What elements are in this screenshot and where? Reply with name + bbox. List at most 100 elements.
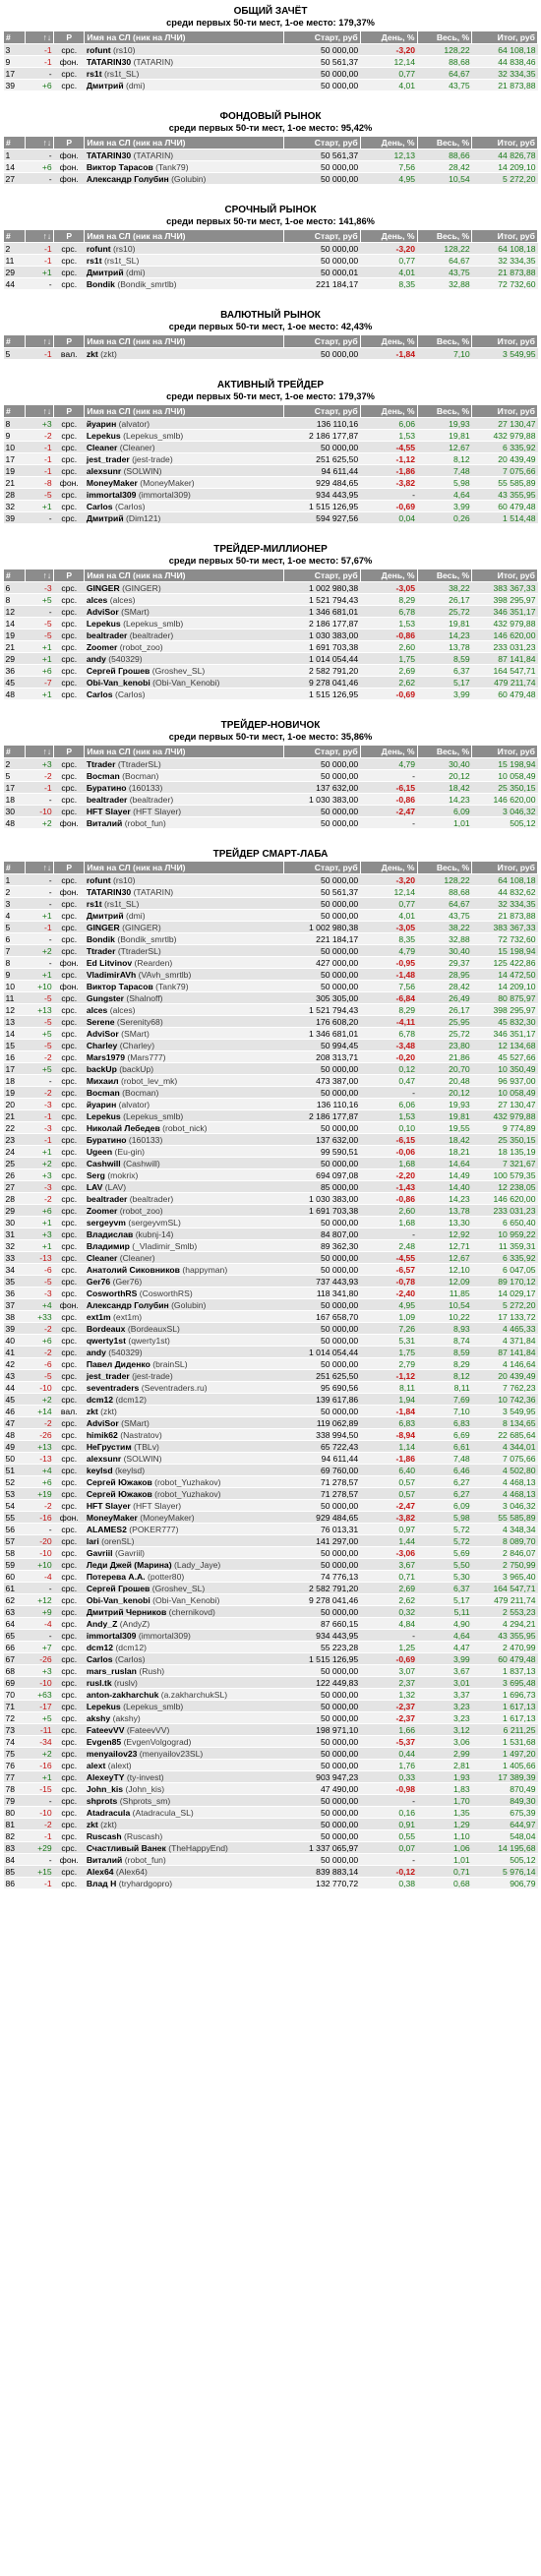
participant-name[interactable]: alexsunr	[87, 466, 121, 476]
participant-name[interactable]: zkt	[87, 349, 98, 359]
participant-name[interactable]: rusl.tk	[87, 1678, 112, 1688]
participant-name[interactable]: Andy_Z	[87, 1619, 118, 1629]
participant-name[interactable]: Михаил	[87, 1076, 119, 1086]
participant-name[interactable]: Павел Диденко	[87, 1359, 150, 1369]
participant-name[interactable]: Дмитрий Черников	[87, 1607, 166, 1617]
participant-name[interactable]: Леди Джей (Марина)	[87, 1560, 172, 1570]
participant-name[interactable]: Влад Н	[87, 1879, 117, 1888]
participant-name[interactable]: alces	[87, 1005, 108, 1015]
participant-name[interactable]: Ruscash	[87, 1831, 122, 1841]
participant-name[interactable]: keylsd	[87, 1466, 113, 1475]
participant-name[interactable]: jest_trader	[87, 1371, 130, 1381]
participant-name[interactable]: Cleaner	[87, 443, 118, 452]
participant-name[interactable]: Carlos	[87, 1654, 113, 1664]
participant-name[interactable]: andy	[87, 1348, 106, 1357]
participant-name[interactable]: backUp	[87, 1064, 117, 1074]
participant-name[interactable]: AdviSor	[87, 1029, 119, 1039]
participant-name[interactable]: Carlos	[87, 502, 113, 511]
participant-name[interactable]: bealtrader	[87, 630, 128, 640]
participant-name[interactable]: Александр Голубин	[87, 174, 169, 184]
participant-name[interactable]: GINGER	[87, 923, 120, 932]
participant-name[interactable]: jest_trader	[87, 454, 130, 464]
participant-name[interactable]: Bocman	[87, 771, 120, 781]
participant-name[interactable]: Charley	[87, 1041, 118, 1050]
participant-name[interactable]: Анатолий Сиковников	[87, 1265, 180, 1275]
participant-name[interactable]: Буратино	[87, 783, 127, 793]
participant-name[interactable]: Cleaner	[87, 1253, 118, 1263]
participant-name[interactable]: Ugeen	[87, 1147, 112, 1157]
participant-name[interactable]: rofunt	[87, 244, 111, 254]
participant-name[interactable]: Bordeaux	[87, 1324, 126, 1334]
participant-name[interactable]: VladimirAVh	[87, 970, 136, 980]
participant-name[interactable]: seventraders	[87, 1383, 140, 1393]
participant-name[interactable]: Сергей Южаков	[87, 1489, 152, 1499]
participant-name[interactable]: HFT Slayer	[87, 1501, 131, 1511]
participant-name[interactable]: Дмитрий	[87, 268, 124, 277]
participant-name[interactable]: Gungster	[87, 993, 124, 1003]
participant-name[interactable]: Ttrader	[87, 946, 116, 956]
participant-name[interactable]: rs1t	[87, 69, 102, 79]
participant-name[interactable]: CosworthRS	[87, 1288, 138, 1298]
participant-name[interactable]: HFT Slayer	[87, 807, 131, 816]
participant-name[interactable]: Александр Голубин	[87, 1300, 169, 1310]
participant-name[interactable]: Владислав	[87, 1229, 133, 1239]
participant-name[interactable]: Bondik	[87, 934, 115, 944]
participant-name[interactable]: ALAMES2	[87, 1525, 127, 1534]
participant-name[interactable]: Obi-Van_kenobi	[87, 678, 150, 688]
participant-name[interactable]: Lepekus	[87, 1111, 121, 1121]
participant-name[interactable]: lari	[87, 1536, 99, 1546]
participant-name[interactable]: Буратино	[87, 1135, 127, 1145]
participant-name[interactable]: Счастливый Ванек	[87, 1843, 166, 1853]
participant-name[interactable]: Zoomer	[87, 1206, 118, 1216]
participant-name[interactable]: alexsunr	[87, 1454, 121, 1464]
participant-name[interactable]: John_kis	[87, 1784, 123, 1794]
participant-name[interactable]: AdviSor	[87, 607, 119, 617]
participant-name[interactable]: immortal309	[87, 1631, 137, 1641]
participant-name[interactable]: alext	[87, 1761, 106, 1770]
participant-name[interactable]: Ed Litvinov	[87, 958, 132, 968]
participant-name[interactable]: FateevVV	[87, 1725, 125, 1735]
participant-name[interactable]: йуарин	[87, 1100, 116, 1109]
participant-name[interactable]: menyailov23	[87, 1749, 138, 1759]
participant-name[interactable]: bealtrader	[87, 1194, 128, 1204]
participant-name[interactable]: Ttrader	[87, 759, 116, 769]
participant-name[interactable]: TATARIN30	[87, 150, 131, 160]
participant-name[interactable]: Потерева А.А.	[87, 1572, 146, 1582]
participant-name[interactable]: Alex64	[87, 1867, 114, 1877]
participant-name[interactable]: ext1m	[87, 1312, 111, 1322]
participant-name[interactable]: himik62	[87, 1430, 118, 1440]
participant-name[interactable]: Gavriil	[87, 1548, 113, 1558]
participant-name[interactable]: Сергей Грошев	[87, 666, 150, 676]
participant-name[interactable]: rofunt	[87, 45, 111, 55]
participant-name[interactable]: Виталий	[87, 818, 123, 828]
participant-name[interactable]: LAV	[87, 1182, 103, 1192]
participant-name[interactable]: Дмитрий	[87, 81, 124, 90]
participant-name[interactable]: dcm12	[87, 1395, 113, 1405]
participant-name[interactable]: qwerty1st	[87, 1336, 126, 1346]
participant-name[interactable]: MoneyMaker	[87, 478, 138, 488]
participant-name[interactable]: bealtrader	[87, 795, 128, 805]
participant-name[interactable]: anton-zakharchuk	[87, 1690, 159, 1700]
participant-name[interactable]: immortal309	[87, 490, 137, 500]
participant-name[interactable]: Zoomer	[87, 642, 118, 652]
participant-name[interactable]: AlexeyTY	[87, 1772, 125, 1782]
participant-name[interactable]: alces	[87, 595, 108, 605]
participant-name[interactable]: TATARIN30	[87, 887, 131, 897]
participant-name[interactable]: Дмитрий	[87, 513, 124, 523]
participant-name[interactable]: Сергей Южаков	[87, 1477, 152, 1487]
participant-name[interactable]: andy	[87, 654, 106, 664]
participant-name[interactable]: Виктор Тарасов	[87, 162, 153, 172]
participant-name[interactable]: shprots	[87, 1796, 118, 1806]
participant-name[interactable]: Виктор Тарасов	[87, 982, 153, 991]
participant-name[interactable]: rs1t	[87, 899, 102, 909]
participant-name[interactable]: dcm12	[87, 1643, 113, 1652]
participant-name[interactable]: TATARIN30	[87, 57, 131, 67]
participant-name[interactable]: Ger76	[87, 1277, 110, 1287]
participant-name[interactable]: mars_ruslan	[87, 1666, 137, 1676]
participant-name[interactable]: НеГрустим	[87, 1442, 132, 1452]
participant-name[interactable]: Mars1979	[87, 1052, 125, 1062]
participant-name[interactable]: Serene	[87, 1017, 115, 1027]
participant-name[interactable]: Владимир	[87, 1241, 130, 1251]
participant-name[interactable]: Serg	[87, 1170, 105, 1180]
participant-name[interactable]: rofunt	[87, 875, 111, 885]
